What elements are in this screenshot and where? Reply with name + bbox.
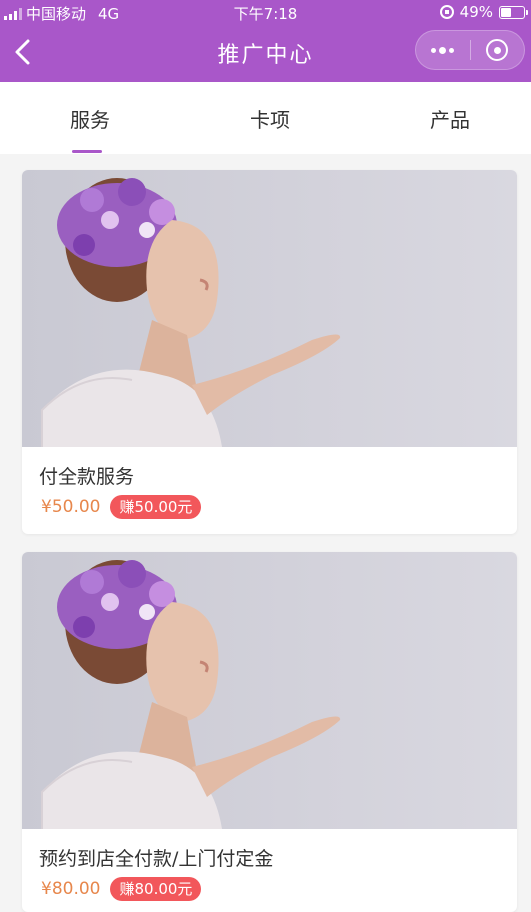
product-photo	[22, 552, 517, 829]
price-row: ¥50.00 赚50.00元	[41, 495, 202, 519]
target-circle-icon	[486, 39, 509, 61]
tab-cards[interactable]: 卡项	[210, 104, 330, 133]
header: 中国移动 4G 下午7:18 49% 推广中心	[0, 0, 531, 82]
rotation-lock-icon	[439, 5, 454, 19]
chevron-left-icon	[15, 39, 30, 65]
more-menu-button[interactable]	[416, 31, 470, 69]
product-card[interactable]: 付全款服务 ¥50.00 赚50.00元	[22, 170, 517, 534]
commission-badge: 赚80.00元	[110, 877, 202, 901]
tab-services[interactable]: 服务	[30, 104, 150, 133]
dot-icon	[431, 47, 437, 53]
product-title: 预约到店全付款/上门付定金	[39, 848, 274, 870]
tab-bar: 服务 卡项 产品	[0, 82, 531, 154]
product-title: 付全款服务	[39, 466, 135, 488]
battery-percent: 49%	[459, 3, 493, 21]
close-mini-program-button[interactable]	[471, 31, 525, 69]
active-tab-indicator	[72, 150, 102, 153]
commission-badge: 赚50.00元	[110, 495, 202, 519]
price-row: ¥80.00 赚80.00元	[41, 877, 202, 901]
battery-icon	[499, 5, 528, 19]
product-price: ¥80.00	[41, 879, 101, 899]
dot-icon	[449, 47, 455, 53]
status-right: 49%	[439, 3, 528, 21]
status-bar: 中国移动 4G 下午7:18 49%	[0, 0, 531, 24]
product-price: ¥50.00	[41, 497, 101, 517]
dot-icon	[439, 46, 447, 54]
nav-bar: 推广中心	[0, 24, 531, 82]
mini-program-capsule	[415, 30, 525, 70]
tab-products[interactable]: 产品	[390, 104, 510, 133]
product-photo	[22, 170, 517, 447]
product-card[interactable]: 预约到店全付款/上门付定金 ¥80.00 赚80.00元	[22, 552, 517, 912]
back-button[interactable]	[8, 36, 40, 68]
